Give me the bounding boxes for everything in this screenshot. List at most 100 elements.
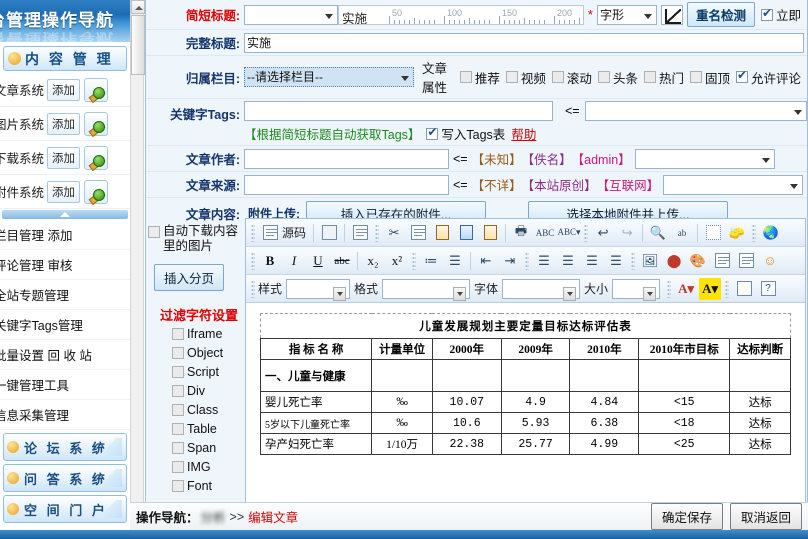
align-left-icon[interactable]: ☰	[533, 250, 555, 272]
filter-option-class[interactable]: Class	[172, 403, 240, 417]
scrollbar-thumb[interactable]	[131, 15, 145, 75]
print-icon[interactable]: 🖶	[510, 222, 532, 244]
format-select[interactable]	[382, 278, 471, 301]
video-checkbox[interactable]	[505, 71, 518, 83]
sidebar-button-qa-system[interactable]: 问 答 系 统	[3, 464, 127, 492]
paste-icon[interactable]	[431, 222, 453, 244]
script-checkbox[interactable]	[172, 366, 184, 378]
tags-input[interactable]	[244, 101, 553, 121]
outdent-icon[interactable]: ⇤	[475, 250, 497, 272]
sidebar-link-onekey-tools[interactable]: 一键管理工具	[0, 370, 130, 400]
select-all-icon[interactable]	[702, 222, 724, 244]
font-checkbox[interactable]	[172, 480, 184, 492]
filter-option-span[interactable]: Span	[172, 441, 240, 455]
toolbar-grip[interactable]	[375, 223, 380, 242]
auto-download-checkbox[interactable]	[148, 226, 160, 238]
breadcrumb[interactable]: 分析	[201, 507, 226, 526]
remove-format-icon[interactable]: 🧽	[726, 222, 748, 244]
bold-icon[interactable]: B	[259, 250, 281, 272]
subscript-icon[interactable]: x₂	[362, 250, 384, 272]
attr-scroll[interactable]: 滚动	[551, 68, 592, 87]
source-select[interactable]	[663, 174, 804, 195]
toolbar-grip[interactable]	[525, 251, 529, 270]
filter-option-object[interactable]: Object	[172, 346, 240, 360]
source-label[interactable]: 源码	[282, 224, 306, 241]
filter-option-img[interactable]: IMG	[172, 460, 240, 474]
attr-hot[interactable]: 热门	[643, 68, 684, 87]
object-checkbox[interactable]	[172, 347, 184, 359]
img-checkbox[interactable]	[172, 461, 184, 473]
sidebar-link-topic-management[interactable]: 全站专题管理	[0, 280, 130, 310]
sidebar-group-content-management[interactable]: 内 容 管 理	[3, 46, 127, 71]
author-input[interactable]	[244, 148, 449, 169]
dup-check-button[interactable]: 重名检测	[686, 2, 755, 27]
table-checkbox[interactable]	[172, 423, 184, 435]
edit-pencil-icon[interactable]	[84, 111, 109, 136]
source-icon[interactable]	[259, 222, 281, 244]
sidebar-link-tags-management[interactable]: 关键字Tags管理	[0, 310, 130, 340]
edit-pencil-icon[interactable]	[84, 179, 109, 204]
find-icon[interactable]: 🔍	[647, 222, 669, 244]
resize-icon[interactable]	[660, 4, 683, 25]
category-select[interactable]: --请选择栏目--	[244, 67, 414, 87]
author-preset-unknown[interactable]: 【未知】	[472, 149, 522, 168]
add-button[interactable]: 添加	[47, 146, 81, 169]
scroll-up-arrow-icon[interactable]	[131, 0, 145, 14]
sidebar-item-download-system[interactable]: 下载系统 添加	[0, 141, 130, 175]
horizontal-rule-icon[interactable]	[735, 250, 757, 272]
sidebar-button-forum-system[interactable]: 论 坛 系 统	[3, 433, 127, 461]
copy-icon[interactable]	[407, 222, 429, 244]
undo-icon[interactable]: ↩	[592, 222, 614, 244]
short-title-select-wrap[interactable]	[244, 4, 338, 25]
headline-checkbox[interactable]	[597, 71, 610, 83]
text-color-icon[interactable]: A▾	[675, 278, 697, 300]
add-button[interactable]: 添加	[47, 78, 81, 101]
superscript-icon[interactable]: x²	[386, 250, 408, 272]
hot-checkbox[interactable]	[643, 71, 656, 83]
instant-checkbox[interactable]	[760, 6, 773, 21]
short-title-ruler-input[interactable]: 实施 50 100 150 200 250	[338, 4, 584, 25]
align-justify-icon[interactable]: ☰	[605, 250, 627, 272]
sidebar-item-attachment-system[interactable]: 附件系统 添加	[0, 175, 130, 209]
underline-icon[interactable]: U	[307, 250, 329, 272]
about-icon[interactable]: ?	[757, 278, 779, 300]
filter-option-script[interactable]: Script	[172, 365, 240, 379]
strikethrough-icon[interactable]: abc	[331, 250, 353, 272]
sidebar-link-collection-management[interactable]: 信息采集管理	[0, 400, 130, 430]
page-scrollbar[interactable]	[130, 0, 145, 512]
sidebar-button-space-portal[interactable]: 空 间 门 户	[3, 495, 127, 523]
tags-select-wrap[interactable]	[584, 101, 807, 121]
maximize-icon[interactable]	[733, 278, 755, 300]
full-title-input[interactable]	[244, 32, 804, 53]
category-select-wrap[interactable]: --请选择栏目--	[244, 67, 414, 87]
color-picker-icon[interactable]: 🎨	[687, 250, 709, 272]
source-preset-unknown[interactable]: 【不详】	[472, 175, 522, 194]
source-preset-original[interactable]: 【本站原创】	[522, 175, 597, 194]
italic-icon[interactable]: I	[283, 250, 305, 272]
filter-option-iframe[interactable]: Iframe	[172, 327, 240, 341]
source-input[interactable]	[244, 174, 449, 195]
source-preset-internet[interactable]: 【互联网】	[597, 175, 660, 194]
sticky-checkbox[interactable]	[689, 71, 702, 83]
auto-tags-link[interactable]: 【根据简短标题自动获取Tags】	[244, 124, 420, 143]
recommend-checkbox[interactable]	[459, 71, 472, 83]
toolbar-grip[interactable]	[752, 223, 757, 242]
background-color-icon[interactable]: A▾	[699, 277, 722, 300]
toolbar-grip[interactable]	[631, 251, 635, 270]
templates-icon[interactable]	[349, 222, 371, 244]
author-select-wrap[interactable]	[634, 148, 775, 169]
attr-headline[interactable]: 头条	[597, 68, 638, 87]
size-select[interactable]	[612, 278, 661, 301]
redo-icon[interactable]: ↪	[616, 222, 638, 244]
tags-help-link[interactable]: 帮助	[511, 124, 536, 143]
span-checkbox[interactable]	[172, 442, 184, 454]
toolbar-grip[interactable]	[584, 223, 589, 242]
paste-word-icon[interactable]	[479, 222, 501, 244]
font-style-select-wrap[interactable]: 字形	[596, 4, 657, 25]
instant-checkbox-wrap[interactable]: 立即	[760, 5, 801, 24]
write-tags-checkbox[interactable]	[426, 125, 439, 140]
smiley-icon[interactable]: ☺	[759, 250, 781, 272]
short-title-select[interactable]	[244, 4, 338, 25]
cancel-button[interactable]: 取消返回	[729, 503, 802, 530]
write-tags-wrap[interactable]: 写入Tags表	[426, 124, 505, 143]
